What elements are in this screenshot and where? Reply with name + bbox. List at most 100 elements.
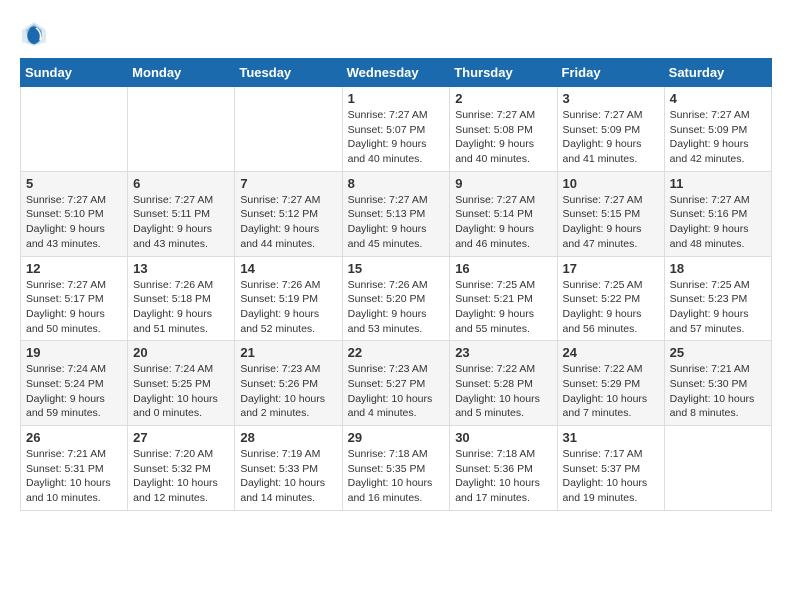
calendar-week-row: 12 Sunrise: 7:27 AM Sunset: 5:17 PM Dayli… (21, 256, 772, 341)
calendar-cell: 8 Sunrise: 7:27 AM Sunset: 5:13 PM Daylig… (342, 171, 450, 256)
day-info: Sunrise: 7:27 AM Sunset: 5:13 PM Dayligh… (348, 193, 445, 252)
day-number: 7 (240, 176, 336, 191)
day-info: Sunrise: 7:27 AM Sunset: 5:12 PM Dayligh… (240, 193, 336, 252)
calendar-week-row: 19Sunrise: 7:24 AM Sunset: 5:24 PM Dayli… (21, 341, 772, 426)
day-number: 4 (670, 91, 766, 106)
calendar-cell: 2 Sunrise: 7:27 AM Sunset: 5:08 PM Daylig… (450, 87, 557, 172)
day-info: Sunrise: 7:27 AM Sunset: 5:17 PM Dayligh… (26, 278, 122, 337)
day-number: 25 (670, 345, 766, 360)
day-info: Sunrise: 7:17 AM Sunset: 5:37 PM Dayligh… (563, 447, 659, 506)
day-info: Sunrise: 7:26 AM Sunset: 5:18 PM Dayligh… (133, 278, 229, 337)
weekday-header: Monday (128, 59, 235, 87)
day-number: 14 (240, 261, 336, 276)
calendar-cell (235, 87, 342, 172)
day-number: 26 (26, 430, 122, 445)
calendar-cell: 9 Sunrise: 7:27 AM Sunset: 5:14 PM Daylig… (450, 171, 557, 256)
day-info: Sunrise: 7:18 AM Sunset: 5:35 PM Dayligh… (348, 447, 445, 506)
calendar-week-row: 5Sunrise: 7:27 AM Sunset: 5:10 PM Daylig… (21, 171, 772, 256)
day-info: Sunrise: 7:23 AM Sunset: 5:26 PM Dayligh… (240, 362, 336, 421)
day-info: Sunrise: 7:27 AM Sunset: 5:15 PM Dayligh… (563, 193, 659, 252)
calendar-cell: 4Sunrise: 7:27 AM Sunset: 5:09 PM Daylig… (664, 87, 771, 172)
day-number: 11 (670, 176, 766, 191)
calendar-cell: 31 Sunrise: 7:17 AM Sunset: 5:37 PM Dayli… (557, 426, 664, 511)
calendar-cell: 26 Sunrise: 7:21 AM Sunset: 5:31 PM Dayli… (21, 426, 128, 511)
day-number: 1 (348, 91, 445, 106)
calendar-cell: 17 Sunrise: 7:25 AM Sunset: 5:22 PM Dayli… (557, 256, 664, 341)
calendar-cell: 21Sunrise: 7:23 AM Sunset: 5:26 PM Dayli… (235, 341, 342, 426)
calendar-cell: 19Sunrise: 7:24 AM Sunset: 5:24 PM Dayli… (21, 341, 128, 426)
calendar-cell (21, 87, 128, 172)
day-number: 3 (563, 91, 659, 106)
day-info: Sunrise: 7:21 AM Sunset: 5:31 PM Dayligh… (26, 447, 122, 506)
calendar-cell (664, 426, 771, 511)
day-number: 31 (563, 430, 659, 445)
logo (20, 20, 50, 48)
calendar-cell: 1 Sunrise: 7:27 AM Sunset: 5:07 PM Daylig… (342, 87, 450, 172)
weekday-header: Sunday (21, 59, 128, 87)
day-number: 9 (455, 176, 551, 191)
calendar-cell: 3 Sunrise: 7:27 AM Sunset: 5:09 PM Daylig… (557, 87, 664, 172)
day-number: 13 (133, 261, 229, 276)
day-number: 10 (563, 176, 659, 191)
day-number: 23 (455, 345, 551, 360)
day-info: Sunrise: 7:26 AM Sunset: 5:20 PM Dayligh… (348, 278, 445, 337)
day-number: 17 (563, 261, 659, 276)
day-number: 2 (455, 91, 551, 106)
day-info: Sunrise: 7:21 AM Sunset: 5:30 PM Dayligh… (670, 362, 766, 421)
day-info: Sunrise: 7:20 AM Sunset: 5:32 PM Dayligh… (133, 447, 229, 506)
calendar-cell: 27 Sunrise: 7:20 AM Sunset: 5:32 PM Dayli… (128, 426, 235, 511)
calendar-cell: 28 Sunrise: 7:19 AM Sunset: 5:33 PM Dayli… (235, 426, 342, 511)
day-number: 27 (133, 430, 229, 445)
calendar-cell: 29 Sunrise: 7:18 AM Sunset: 5:35 PM Dayli… (342, 426, 450, 511)
weekday-header: Saturday (664, 59, 771, 87)
calendar-cell: 18Sunrise: 7:25 AM Sunset: 5:23 PM Dayli… (664, 256, 771, 341)
calendar-cell: 13 Sunrise: 7:26 AM Sunset: 5:18 PM Dayli… (128, 256, 235, 341)
day-info: Sunrise: 7:27 AM Sunset: 5:16 PM Dayligh… (670, 193, 766, 252)
page-header (20, 20, 772, 48)
calendar-cell: 7 Sunrise: 7:27 AM Sunset: 5:12 PM Daylig… (235, 171, 342, 256)
day-info: Sunrise: 7:27 AM Sunset: 5:14 PM Dayligh… (455, 193, 551, 252)
day-number: 16 (455, 261, 551, 276)
day-info: Sunrise: 7:27 AM Sunset: 5:10 PM Dayligh… (26, 193, 122, 252)
calendar-cell: 30 Sunrise: 7:18 AM Sunset: 5:36 PM Dayli… (450, 426, 557, 511)
day-info: Sunrise: 7:24 AM Sunset: 5:25 PM Dayligh… (133, 362, 229, 421)
calendar-cell: 24 Sunrise: 7:22 AM Sunset: 5:29 PM Dayli… (557, 341, 664, 426)
weekday-header: Thursday (450, 59, 557, 87)
day-info: Sunrise: 7:25 AM Sunset: 5:22 PM Dayligh… (563, 278, 659, 337)
day-number: 8 (348, 176, 445, 191)
day-info: Sunrise: 7:25 AM Sunset: 5:23 PM Dayligh… (670, 278, 766, 337)
calendar-cell: 20 Sunrise: 7:24 AM Sunset: 5:25 PM Dayli… (128, 341, 235, 426)
day-number: 24 (563, 345, 659, 360)
day-number: 29 (348, 430, 445, 445)
weekday-header: Friday (557, 59, 664, 87)
calendar-cell: 16Sunrise: 7:25 AM Sunset: 5:21 PM Dayli… (450, 256, 557, 341)
day-number: 20 (133, 345, 229, 360)
day-number: 19 (26, 345, 122, 360)
calendar-cell: 10 Sunrise: 7:27 AM Sunset: 5:15 PM Dayli… (557, 171, 664, 256)
calendar-cell: 11 Sunrise: 7:27 AM Sunset: 5:16 PM Dayli… (664, 171, 771, 256)
day-info: Sunrise: 7:27 AM Sunset: 5:09 PM Dayligh… (563, 108, 659, 167)
calendar-header-row: SundayMondayTuesdayWednesdayThursdayFrid… (21, 59, 772, 87)
day-info: Sunrise: 7:18 AM Sunset: 5:36 PM Dayligh… (455, 447, 551, 506)
day-info: Sunrise: 7:27 AM Sunset: 5:07 PM Dayligh… (348, 108, 445, 167)
day-number: 12 (26, 261, 122, 276)
calendar-week-row: 1 Sunrise: 7:27 AM Sunset: 5:07 PM Daylig… (21, 87, 772, 172)
day-number: 28 (240, 430, 336, 445)
weekday-header: Wednesday (342, 59, 450, 87)
day-info: Sunrise: 7:27 AM Sunset: 5:08 PM Dayligh… (455, 108, 551, 167)
day-info: Sunrise: 7:26 AM Sunset: 5:19 PM Dayligh… (240, 278, 336, 337)
day-info: Sunrise: 7:22 AM Sunset: 5:29 PM Dayligh… (563, 362, 659, 421)
calendar-cell: 25 Sunrise: 7:21 AM Sunset: 5:30 PM Dayli… (664, 341, 771, 426)
weekday-header: Tuesday (235, 59, 342, 87)
day-info: Sunrise: 7:19 AM Sunset: 5:33 PM Dayligh… (240, 447, 336, 506)
calendar-week-row: 26 Sunrise: 7:21 AM Sunset: 5:31 PM Dayli… (21, 426, 772, 511)
calendar-table: SundayMondayTuesdayWednesdayThursdayFrid… (20, 58, 772, 511)
day-info: Sunrise: 7:23 AM Sunset: 5:27 PM Dayligh… (348, 362, 445, 421)
calendar-cell: 15Sunrise: 7:26 AM Sunset: 5:20 PM Dayli… (342, 256, 450, 341)
day-number: 30 (455, 430, 551, 445)
calendar-cell: 6Sunrise: 7:27 AM Sunset: 5:11 PM Daylig… (128, 171, 235, 256)
day-number: 6 (133, 176, 229, 191)
calendar-cell: 14 Sunrise: 7:26 AM Sunset: 5:19 PM Dayli… (235, 256, 342, 341)
day-info: Sunrise: 7:22 AM Sunset: 5:28 PM Dayligh… (455, 362, 551, 421)
calendar-cell: 12 Sunrise: 7:27 AM Sunset: 5:17 PM Dayli… (21, 256, 128, 341)
